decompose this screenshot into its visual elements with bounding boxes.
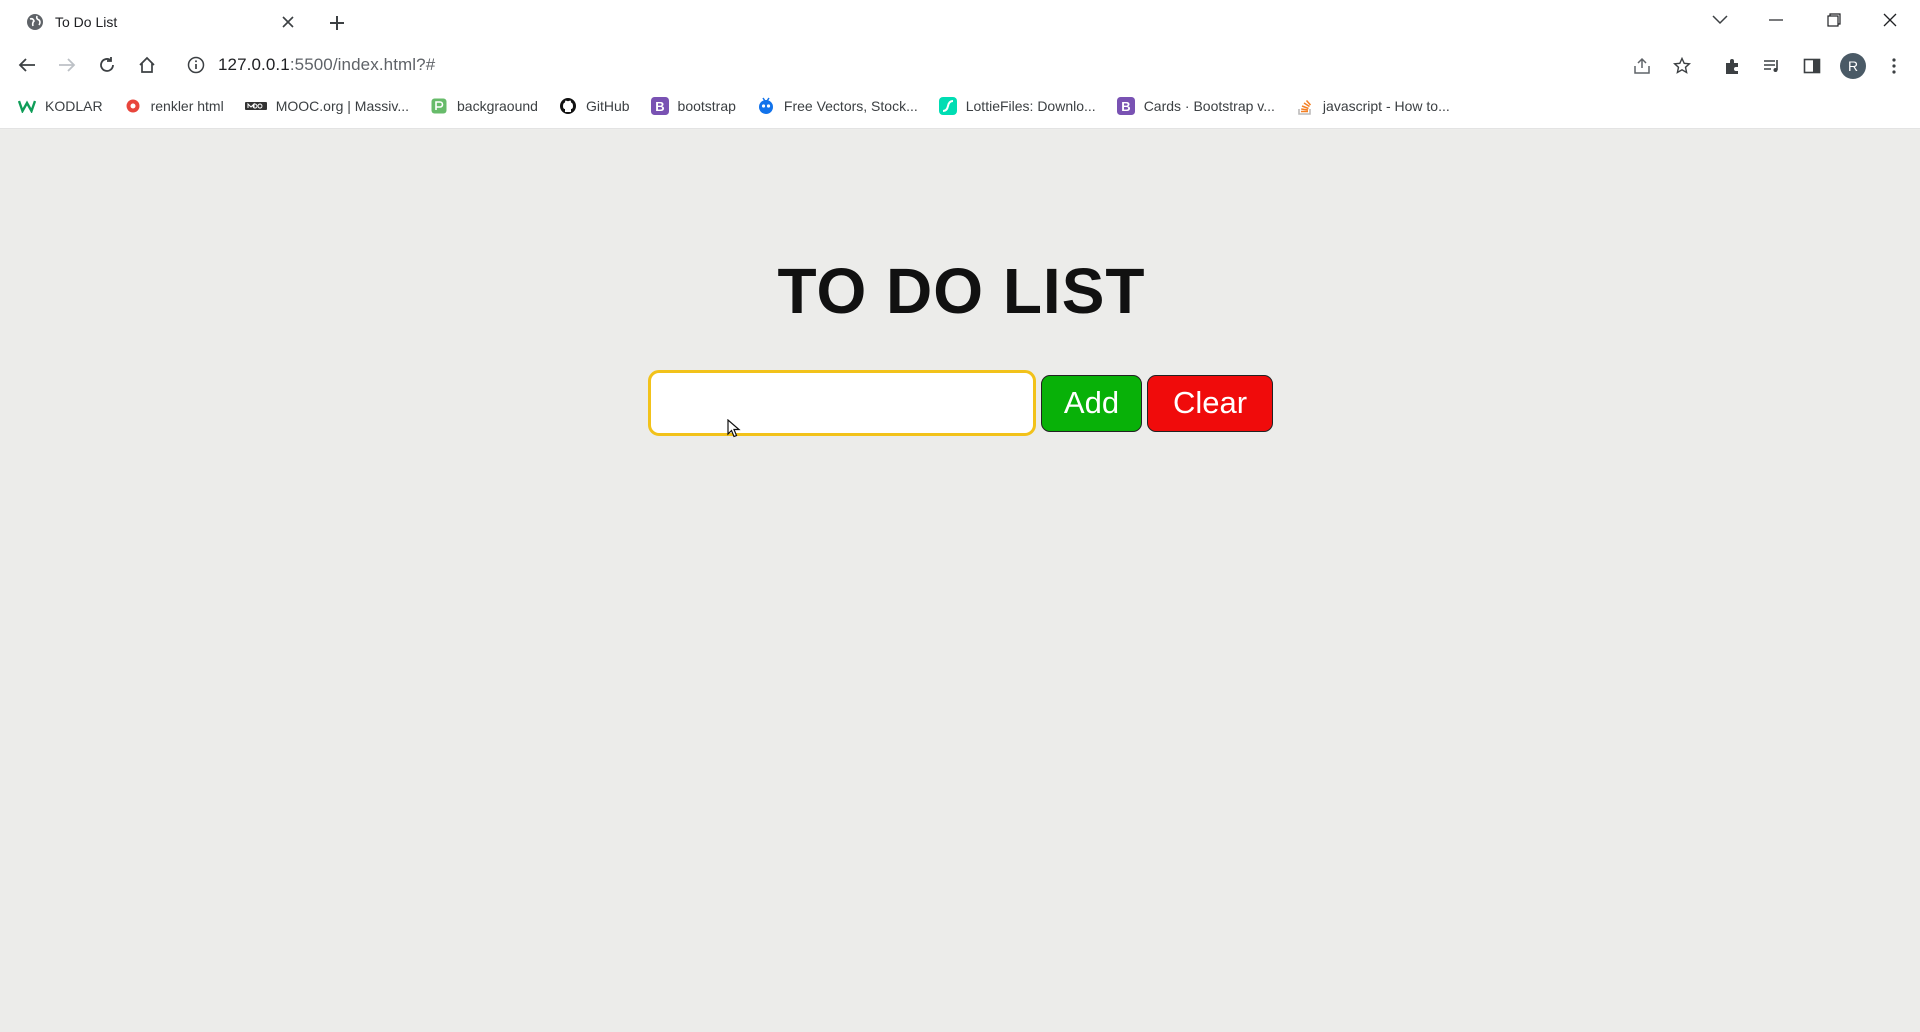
profile-avatar[interactable]: R [1839, 52, 1867, 80]
forward-arrow-icon[interactable] [52, 50, 82, 80]
reload-icon[interactable] [92, 50, 122, 80]
bookmark-label: Cards · Bootstrap v... [1143, 98, 1275, 114]
bookmark-cards-bootstrap[interactable]: B Cards · Bootstrap v... [1116, 92, 1275, 120]
browser-tab[interactable]: To Do List [12, 4, 312, 40]
bookmark-label: Free Vectors, Stock... [783, 98, 918, 114]
home-icon[interactable] [132, 50, 162, 80]
bookmark-backgraound[interactable]: backgraound [430, 92, 538, 120]
url-text: 127.0.0.1:5500/index.html?# [218, 55, 435, 75]
browser-chrome: To Do List 127.0.0.1:5500/index.html?# R… [0, 0, 1920, 129]
clear-button[interactable]: Clear [1147, 374, 1273, 432]
close-window-icon[interactable] [1862, 0, 1918, 40]
extensions-icon[interactable] [1718, 52, 1746, 80]
bookmark-github[interactable]: GitHub [559, 92, 630, 120]
bookmark-label: KODLAR [45, 98, 103, 114]
lottie-icon [938, 97, 957, 115]
tab-strip: To Do List [0, 0, 1920, 42]
minimize-icon[interactable] [1748, 0, 1804, 40]
site-info-icon[interactable] [184, 53, 208, 77]
mouse-cursor-icon [727, 419, 741, 438]
bootstrap-icon: B [1116, 97, 1135, 115]
address-bar[interactable]: 127.0.0.1:5500/index.html?# [176, 48, 1606, 82]
bookmark-mooc[interactable]: MOOC.org | Massiv... [244, 92, 409, 120]
page-content: TO DO LIST Add Clear [0, 130, 1920, 1032]
bookmark-label: javascript - How to... [1322, 98, 1450, 114]
restore-icon[interactable] [1806, 0, 1862, 40]
bookmark-label: MOOC.org | Massiv... [275, 98, 409, 114]
new-tab-button[interactable] [324, 10, 350, 36]
back-arrow-icon[interactable] [12, 50, 42, 80]
bookmark-label: GitHub [585, 98, 630, 114]
svg-text:B: B [1121, 99, 1130, 114]
add-button[interactable]: Add [1041, 374, 1142, 432]
bookmark-label: backgraound [457, 98, 538, 114]
bootstrap-icon: B [650, 97, 669, 115]
globe-icon [26, 13, 44, 31]
bookmark-renkler-html[interactable]: renkler html [124, 92, 224, 120]
bookmarks-bar: KODLAR renkler html MOOC.org | Massiv...… [0, 92, 1920, 120]
freepik-icon [757, 97, 775, 115]
bookmark-label: LottieFiles: Downlo... [965, 98, 1096, 114]
bookmark-free-vectors[interactable]: Free Vectors, Stock... [757, 92, 918, 120]
w-logo-icon [18, 97, 36, 115]
bookmark-javascript[interactable]: javascript - How to... [1296, 92, 1450, 120]
bookmark-star-icon[interactable] [1668, 52, 1696, 80]
circle-logo-icon [124, 97, 142, 115]
url-host: 127.0.0.1 [218, 55, 290, 74]
github-icon [559, 97, 577, 115]
close-tab-icon[interactable] [278, 12, 298, 32]
svg-text:B: B [655, 99, 664, 114]
profile-initial: R [1840, 53, 1866, 79]
bookmark-lottiefiles[interactable]: LottieFiles: Downlo... [938, 92, 1096, 120]
toolbar: 127.0.0.1:5500/index.html?# R [0, 44, 1920, 86]
stackoverflow-icon [1296, 97, 1314, 115]
bookmark-bootstrap[interactable]: B bootstrap [650, 92, 736, 120]
menu-kebab-icon[interactable] [1880, 52, 1908, 80]
tab-search-icon[interactable] [1692, 0, 1748, 40]
todo-form: Add Clear [648, 368, 1273, 438]
tab-title: To Do List [55, 14, 118, 30]
green-square-icon [430, 97, 448, 115]
todo-input[interactable] [648, 370, 1036, 436]
bookmark-kodlar[interactable]: KODLAR [18, 92, 103, 120]
side-panel-icon[interactable] [1798, 52, 1826, 80]
share-icon[interactable] [1628, 52, 1656, 80]
bookmark-label: bootstrap [677, 98, 736, 114]
media-controls-icon[interactable] [1758, 52, 1786, 80]
page-title: TO DO LIST [777, 255, 1146, 327]
url-path: :5500/index.html?# [289, 55, 436, 74]
mooc-logo-icon [244, 97, 267, 115]
bookmark-label: renkler html [150, 98, 224, 114]
